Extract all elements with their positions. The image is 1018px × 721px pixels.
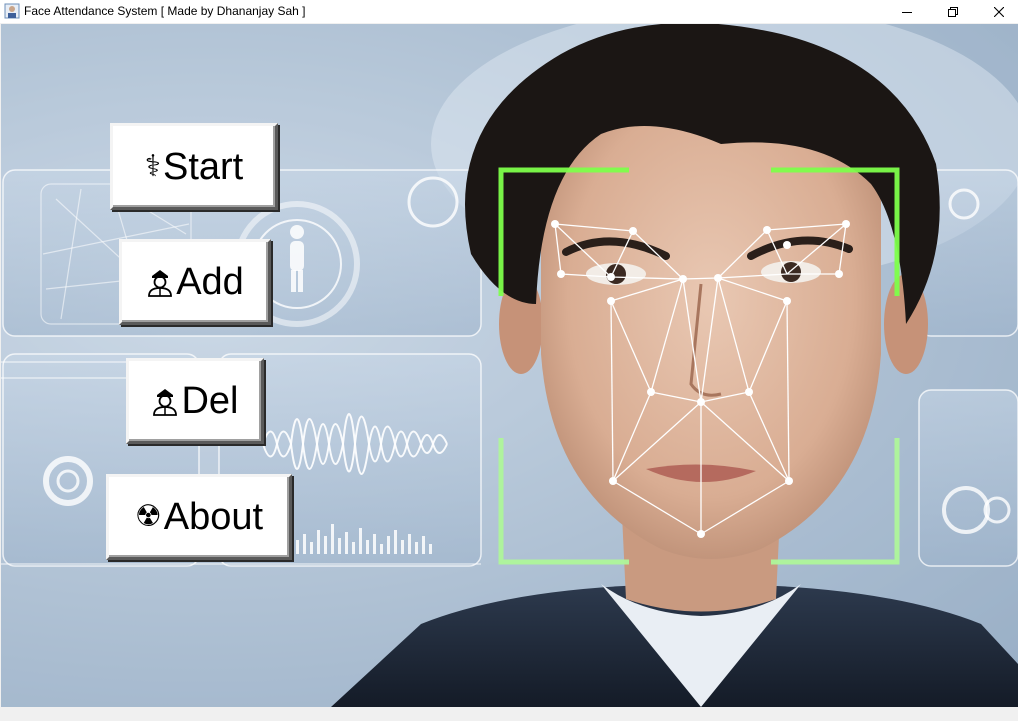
app-icon	[4, 3, 20, 19]
minimize-icon	[902, 11, 912, 13]
officer-icon	[151, 386, 179, 416]
about-button[interactable]: ☢ About	[106, 474, 292, 560]
delete-button-label: Del	[181, 380, 239, 422]
officer-icon	[146, 267, 174, 297]
delete-button[interactable]: Del	[126, 358, 264, 444]
about-button-label: About	[163, 496, 264, 538]
close-icon	[994, 6, 1004, 17]
radioactive-icon: ☢	[134, 500, 162, 533]
start-button-label: Start	[162, 145, 244, 188]
caduceus-icon: ⚕	[144, 149, 161, 183]
restore-icon	[948, 6, 958, 17]
window-title: Face Attendance System [ Made by Dhananj…	[24, 4, 306, 18]
add-button[interactable]: Add	[119, 239, 271, 325]
add-button-label: Add	[176, 261, 244, 303]
start-button[interactable]: ⚕ Start	[110, 123, 278, 210]
minimize-button[interactable]	[884, 0, 930, 23]
title-bar: Face Attendance System [ Made by Dhananj…	[0, 0, 1018, 23]
close-button[interactable]	[976, 0, 1018, 23]
window-bottom-edge	[0, 707, 1018, 721]
restore-button[interactable]	[930, 0, 976, 23]
